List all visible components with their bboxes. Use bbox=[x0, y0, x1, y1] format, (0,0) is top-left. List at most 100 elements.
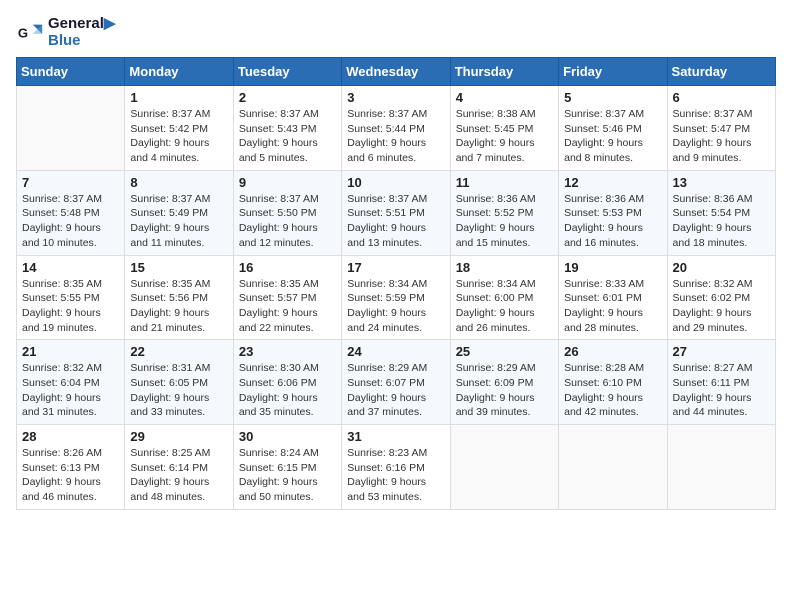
weekday-header-tuesday: Tuesday bbox=[233, 58, 341, 86]
day-info: Sunrise: 8:35 AM Sunset: 5:57 PM Dayligh… bbox=[239, 277, 336, 336]
day-info: Sunrise: 8:34 AM Sunset: 6:00 PM Dayligh… bbox=[456, 277, 553, 336]
calendar-cell: 2 Sunrise: 8:37 AM Sunset: 5:43 PM Daylig… bbox=[233, 86, 341, 171]
calendar-cell: 15Sunrise: 8:35 AM Sunset: 5:56 PM Dayli… bbox=[125, 255, 233, 340]
calendar-body: 1Sunrise: 8:37 AM Sunset: 5:42 PM Daylig… bbox=[17, 86, 776, 510]
day-number: 26 bbox=[564, 344, 661, 359]
day-number: 6 bbox=[673, 90, 770, 105]
day-info: Sunrise: 8:38 AM Sunset: 5:45 PM Dayligh… bbox=[456, 107, 553, 166]
header: G General▶ Blue bbox=[16, 16, 776, 49]
day-info: Sunrise: 8:37 AM Sunset: 5:49 PM Dayligh… bbox=[130, 192, 227, 251]
calendar-cell: 28 Sunrise: 8:26 AM Sunset: 6:13 PM Dayli… bbox=[17, 425, 125, 510]
day-info: Sunrise: 8:35 AM Sunset: 5:56 PM Dayligh… bbox=[130, 277, 227, 336]
weekday-header-friday: Friday bbox=[559, 58, 667, 86]
day-number: 4 bbox=[456, 90, 553, 105]
day-number: 2 bbox=[239, 90, 336, 105]
day-info: Sunrise: 8:34 AM Sunset: 5:59 PM Dayligh… bbox=[347, 277, 444, 336]
day-number: 21 bbox=[22, 344, 119, 359]
day-number: 31 bbox=[347, 429, 444, 444]
day-info: Sunrise: 8:31 AM Sunset: 6:05 PM Dayligh… bbox=[130, 361, 227, 420]
day-info: Sunrise: 8:37 AM Sunset: 5:50 PM Dayligh… bbox=[239, 192, 336, 251]
logo-icon: G bbox=[16, 19, 44, 47]
calendar-cell: 25 Sunrise: 8:29 AM Sunset: 6:09 PM Dayli… bbox=[450, 340, 558, 425]
calendar-week-row: 21 Sunrise: 8:32 AM Sunset: 6:04 PM Dayli… bbox=[17, 340, 776, 425]
calendar-cell: 6 Sunrise: 8:37 AM Sunset: 5:47 PM Daylig… bbox=[667, 86, 775, 171]
calendar-cell bbox=[450, 425, 558, 510]
day-number: 14 bbox=[22, 260, 119, 275]
weekday-header-sunday: Sunday bbox=[17, 58, 125, 86]
calendar-cell: 30 Sunrise: 8:24 AM Sunset: 6:15 PM Dayli… bbox=[233, 425, 341, 510]
day-info: Sunrise: 8:28 AM Sunset: 6:10 PM Dayligh… bbox=[564, 361, 661, 420]
weekday-header-wednesday: Wednesday bbox=[342, 58, 450, 86]
day-number: 30 bbox=[239, 429, 336, 444]
day-info: Sunrise: 8:35 AM Sunset: 5:55 PM Dayligh… bbox=[22, 277, 119, 336]
day-info: Sunrise: 8:32 AM Sunset: 6:04 PM Dayligh… bbox=[22, 361, 119, 420]
day-number: 7 bbox=[22, 175, 119, 190]
day-number: 3 bbox=[347, 90, 444, 105]
calendar-week-row: 7Sunrise: 8:37 AM Sunset: 5:48 PM Daylig… bbox=[17, 170, 776, 255]
day-info: Sunrise: 8:37 AM Sunset: 5:44 PM Dayligh… bbox=[347, 107, 444, 166]
day-number: 18 bbox=[456, 260, 553, 275]
day-info: Sunrise: 8:32 AM Sunset: 6:02 PM Dayligh… bbox=[673, 277, 770, 336]
calendar-cell: 11Sunrise: 8:36 AM Sunset: 5:52 PM Dayli… bbox=[450, 170, 558, 255]
day-info: Sunrise: 8:25 AM Sunset: 6:14 PM Dayligh… bbox=[130, 446, 227, 505]
calendar-cell: 26 Sunrise: 8:28 AM Sunset: 6:10 PM Dayli… bbox=[559, 340, 667, 425]
day-info: Sunrise: 8:33 AM Sunset: 6:01 PM Dayligh… bbox=[564, 277, 661, 336]
calendar-table: SundayMondayTuesdayWednesdayThursdayFrid… bbox=[16, 57, 776, 510]
day-info: Sunrise: 8:37 AM Sunset: 5:51 PM Dayligh… bbox=[347, 192, 444, 251]
day-info: Sunrise: 8:27 AM Sunset: 6:11 PM Dayligh… bbox=[673, 361, 770, 420]
day-info: Sunrise: 8:24 AM Sunset: 6:15 PM Dayligh… bbox=[239, 446, 336, 505]
calendar-cell: 29 Sunrise: 8:25 AM Sunset: 6:14 PM Dayli… bbox=[125, 425, 233, 510]
calendar-cell: 24Sunrise: 8:29 AM Sunset: 6:07 PM Dayli… bbox=[342, 340, 450, 425]
day-info: Sunrise: 8:29 AM Sunset: 6:07 PM Dayligh… bbox=[347, 361, 444, 420]
calendar-cell: 17 Sunrise: 8:34 AM Sunset: 5:59 PM Dayli… bbox=[342, 255, 450, 340]
calendar-cell: 16 Sunrise: 8:35 AM Sunset: 5:57 PM Dayli… bbox=[233, 255, 341, 340]
calendar-cell: 18 Sunrise: 8:34 AM Sunset: 6:00 PM Dayli… bbox=[450, 255, 558, 340]
day-number: 19 bbox=[564, 260, 661, 275]
calendar-cell: 20 Sunrise: 8:32 AM Sunset: 6:02 PM Dayli… bbox=[667, 255, 775, 340]
svg-text:G: G bbox=[18, 25, 28, 40]
weekday-header-row: SundayMondayTuesdayWednesdayThursdayFrid… bbox=[17, 58, 776, 86]
calendar-cell: 27 Sunrise: 8:27 AM Sunset: 6:11 PM Dayli… bbox=[667, 340, 775, 425]
weekday-header-monday: Monday bbox=[125, 58, 233, 86]
calendar-cell: 1Sunrise: 8:37 AM Sunset: 5:42 PM Daylig… bbox=[125, 86, 233, 171]
weekday-header-thursday: Thursday bbox=[450, 58, 558, 86]
day-number: 9 bbox=[239, 175, 336, 190]
day-number: 22 bbox=[130, 344, 227, 359]
day-number: 27 bbox=[673, 344, 770, 359]
day-number: 10 bbox=[347, 175, 444, 190]
logo: G General▶ Blue bbox=[16, 16, 115, 49]
day-info: Sunrise: 8:37 AM Sunset: 5:43 PM Dayligh… bbox=[239, 107, 336, 166]
day-number: 20 bbox=[673, 260, 770, 275]
calendar-cell: 9 Sunrise: 8:37 AM Sunset: 5:50 PM Daylig… bbox=[233, 170, 341, 255]
calendar-cell bbox=[17, 86, 125, 171]
calendar-cell: 31 Sunrise: 8:23 AM Sunset: 6:16 PM Dayli… bbox=[342, 425, 450, 510]
day-info: Sunrise: 8:23 AM Sunset: 6:16 PM Dayligh… bbox=[347, 446, 444, 505]
calendar-week-row: 1Sunrise: 8:37 AM Sunset: 5:42 PM Daylig… bbox=[17, 86, 776, 171]
calendar-week-row: 28 Sunrise: 8:26 AM Sunset: 6:13 PM Dayli… bbox=[17, 425, 776, 510]
day-number: 16 bbox=[239, 260, 336, 275]
weekday-header-saturday: Saturday bbox=[667, 58, 775, 86]
calendar-cell: 22 Sunrise: 8:31 AM Sunset: 6:05 PM Dayli… bbox=[125, 340, 233, 425]
calendar-cell: 7Sunrise: 8:37 AM Sunset: 5:48 PM Daylig… bbox=[17, 170, 125, 255]
day-info: Sunrise: 8:29 AM Sunset: 6:09 PM Dayligh… bbox=[456, 361, 553, 420]
day-number: 17 bbox=[347, 260, 444, 275]
day-info: Sunrise: 8:26 AM Sunset: 6:13 PM Dayligh… bbox=[22, 446, 119, 505]
day-info: Sunrise: 8:37 AM Sunset: 5:47 PM Dayligh… bbox=[673, 107, 770, 166]
day-number: 8 bbox=[130, 175, 227, 190]
calendar-cell: 5Sunrise: 8:37 AM Sunset: 5:46 PM Daylig… bbox=[559, 86, 667, 171]
calendar-cell: 12Sunrise: 8:36 AM Sunset: 5:53 PM Dayli… bbox=[559, 170, 667, 255]
calendar-cell: 13Sunrise: 8:36 AM Sunset: 5:54 PM Dayli… bbox=[667, 170, 775, 255]
day-number: 29 bbox=[130, 429, 227, 444]
day-number: 28 bbox=[22, 429, 119, 444]
calendar-cell: 3 Sunrise: 8:37 AM Sunset: 5:44 PM Daylig… bbox=[342, 86, 450, 171]
day-number: 23 bbox=[239, 344, 336, 359]
logo-text: General▶ Blue bbox=[48, 16, 115, 49]
day-number: 25 bbox=[456, 344, 553, 359]
day-info: Sunrise: 8:30 AM Sunset: 6:06 PM Dayligh… bbox=[239, 361, 336, 420]
calendar-cell: 4 Sunrise: 8:38 AM Sunset: 5:45 PM Daylig… bbox=[450, 86, 558, 171]
day-info: Sunrise: 8:37 AM Sunset: 5:46 PM Dayligh… bbox=[564, 107, 661, 166]
calendar-cell: 14 Sunrise: 8:35 AM Sunset: 5:55 PM Dayli… bbox=[17, 255, 125, 340]
day-info: Sunrise: 8:37 AM Sunset: 5:42 PM Dayligh… bbox=[130, 107, 227, 166]
day-info: Sunrise: 8:36 AM Sunset: 5:53 PM Dayligh… bbox=[564, 192, 661, 251]
day-number: 13 bbox=[673, 175, 770, 190]
